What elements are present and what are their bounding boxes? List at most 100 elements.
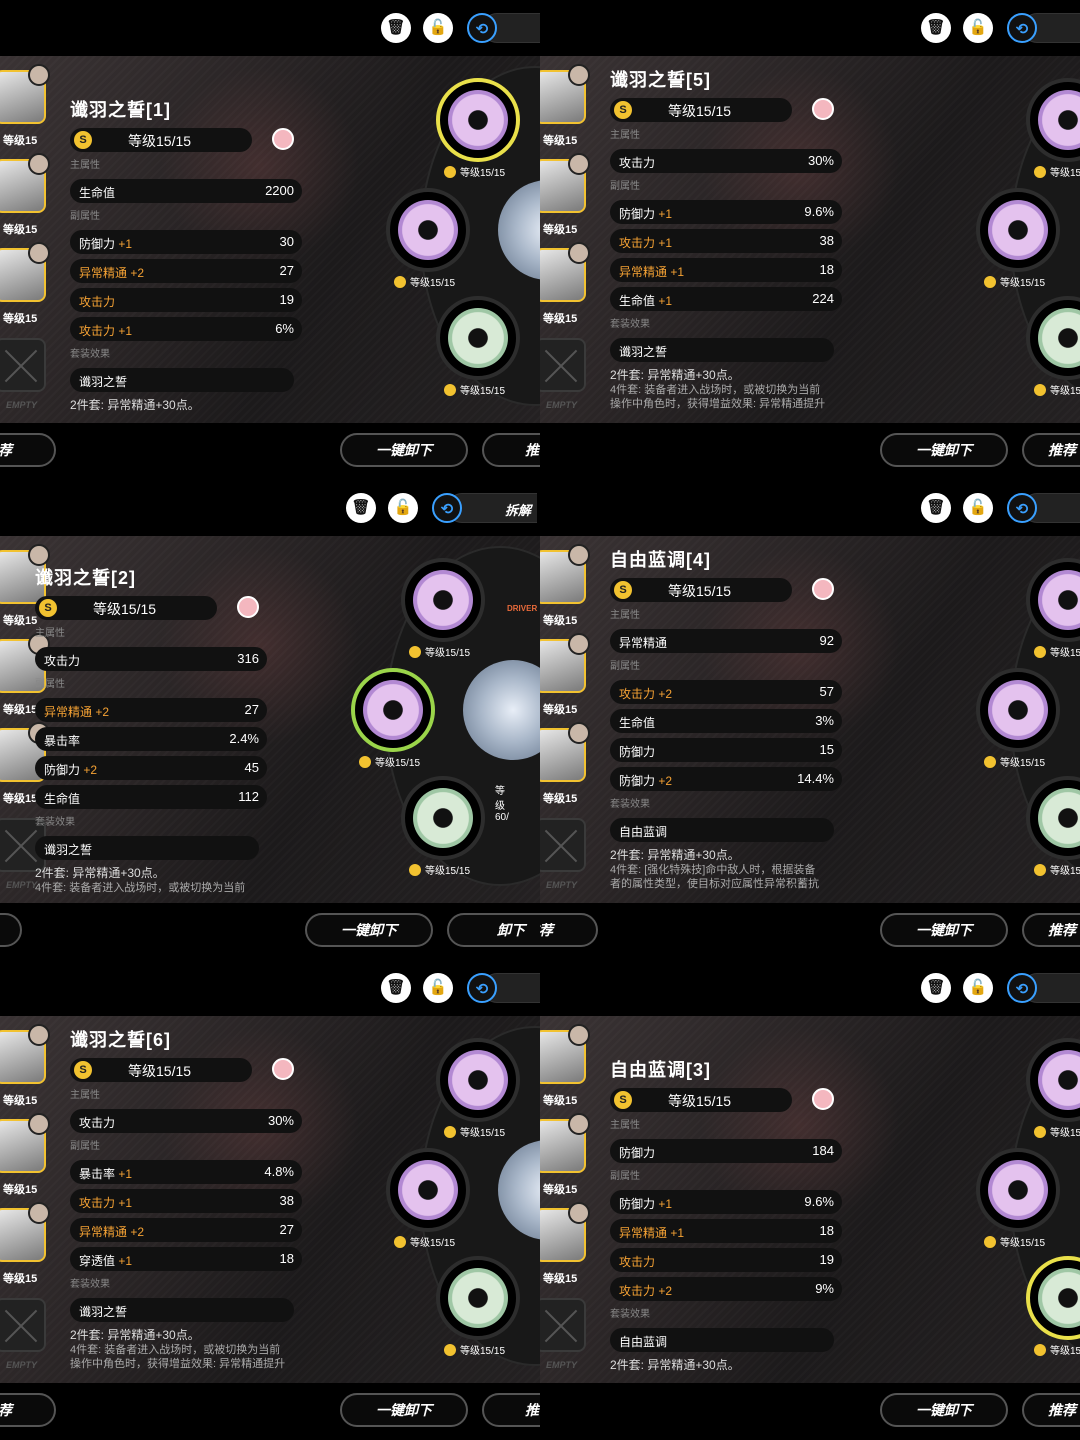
sub-attr-row: 暴击率 +1 4.8% bbox=[70, 1160, 302, 1184]
sub-attr-row: 穿透值 +1 18 bbox=[70, 1247, 302, 1271]
slot-level-label: 等级15 bbox=[543, 1273, 578, 1285]
sub-attr-value: 14.4% bbox=[797, 771, 834, 786]
drive-disc[interactable]: 等级15/15 bbox=[436, 78, 520, 179]
swap-icon[interactable]: ⟲ bbox=[432, 493, 462, 523]
trash-icon[interactable]: 🗑 bbox=[381, 973, 411, 1003]
owner-agent-icon[interactable] bbox=[272, 128, 294, 150]
owner-agent-icon[interactable] bbox=[237, 596, 259, 618]
empty-disc-slot[interactable] bbox=[0, 338, 46, 392]
unlock-icon[interactable]: 🔓 bbox=[963, 493, 993, 523]
unlock-icon[interactable]: 🔓 bbox=[388, 493, 418, 523]
set-effect-line: 者的属性类型，使目标对应属性异常积蓄抗 bbox=[610, 878, 819, 890]
sub-attr-upgrade: +2 bbox=[130, 1225, 145, 1239]
drive-disc[interactable]: 等级15/15 bbox=[436, 1256, 520, 1357]
disc-info: 谶羽之誓[1] S 等级15/15 主属性 生命值 2200 副属性 防御力 +1 30 异常精通… bbox=[70, 98, 302, 413]
drive-disc[interactable]: 等级15/15 bbox=[401, 558, 485, 659]
sub-attr-value: 30 bbox=[279, 234, 294, 249]
recommend-button[interactable]: 推荐 bbox=[1022, 433, 1080, 467]
drive-disc[interactable]: 等级15/15 bbox=[386, 188, 470, 289]
disc-face bbox=[363, 680, 423, 740]
sub-attr-row: 防御力 +1 30 bbox=[70, 230, 302, 254]
unlock-icon[interactable]: 🔓 bbox=[963, 13, 993, 43]
owner-agent-icon[interactable] bbox=[812, 578, 834, 600]
recommend-button[interactable]: 推荐 bbox=[0, 913, 22, 947]
drive-disc[interactable]: 等级15/15 bbox=[976, 668, 1060, 769]
recommend-button[interactable]: 推荐 bbox=[0, 1393, 56, 1427]
unlock-icon[interactable]: 🔓 bbox=[963, 973, 993, 1003]
sub-attr-label: 生命值 bbox=[619, 294, 656, 308]
owner-agent-icon[interactable] bbox=[812, 98, 834, 120]
recommend-button[interactable]: 推荐 bbox=[1022, 913, 1080, 947]
disc-level-row: S 等级15/15 bbox=[610, 1088, 792, 1112]
sub-attr-row: 攻击力 +2 9% bbox=[610, 1277, 842, 1301]
set-name-row: 谶羽之誓 bbox=[610, 338, 834, 362]
rank-s-icon: S bbox=[39, 599, 57, 617]
swap-icon[interactable]: ⟲ bbox=[1007, 13, 1037, 43]
sub-attr-upgrade: +1 bbox=[118, 324, 133, 338]
recommend-button[interactable]: 推荐 bbox=[1022, 1393, 1080, 1427]
drive-disc[interactable]: 等级15/15 bbox=[436, 1038, 520, 1139]
recommend-button[interactable]: 推荐 bbox=[482, 1393, 540, 1427]
drive-disc[interactable]: 等级15/15 bbox=[386, 1148, 470, 1249]
swap-icon[interactable]: ⟲ bbox=[467, 13, 497, 43]
agent-avatar bbox=[28, 1024, 50, 1046]
drive-disc[interactable]: 等级15/15 bbox=[976, 188, 1060, 289]
trash-icon[interactable]: 🗑 bbox=[921, 493, 951, 523]
disc-face bbox=[1038, 1050, 1080, 1110]
swap-icon[interactable]: ⟲ bbox=[1007, 973, 1037, 1003]
equipment-panel-3: 拆解 🗑 🔓 ⟲ 等级15 等级15 等级15 EMPTY 谶羽之誓[2] S 等级15/15 主属性… bbox=[0, 480, 540, 960]
disc-level-text: 等级15/15 bbox=[425, 648, 471, 659]
sub-attr-name: 攻击力 +1 bbox=[619, 234, 672, 251]
slot-level-label: 等级15 bbox=[3, 1184, 38, 1196]
empty-disc-slot[interactable] bbox=[540, 338, 586, 392]
sub-attr-label: 防御力 bbox=[619, 1197, 656, 1211]
empty-disc-slot[interactable] bbox=[540, 818, 586, 872]
owner-agent-icon[interactable] bbox=[812, 1088, 834, 1110]
swap-icon[interactable]: ⟲ bbox=[1007, 493, 1037, 523]
sub-attr-upgrade: +2 bbox=[130, 266, 145, 280]
agent-avatar bbox=[568, 242, 590, 264]
rank-s-icon: S bbox=[614, 581, 632, 599]
recommend-button[interactable]: 推荐 bbox=[540, 913, 598, 947]
set-effect-description: 2件套: 异常精通+30点。 bbox=[610, 1358, 842, 1373]
recommend-button[interactable]: 推荐 bbox=[0, 433, 56, 467]
main-attr-name: 生命值 bbox=[79, 186, 116, 200]
owner-agent-icon[interactable] bbox=[272, 1058, 294, 1080]
unlock-icon[interactable]: 🔓 bbox=[423, 973, 453, 1003]
set-name: 谶羽之誓 bbox=[44, 843, 93, 857]
drive-disc[interactable]: 等级15/15 bbox=[401, 776, 485, 877]
unequip-all-button[interactable]: 一键卸下 bbox=[340, 433, 468, 467]
sub-attr-upgrade: +1 bbox=[118, 1167, 133, 1181]
sub-attr-upgrade: +1 bbox=[118, 1196, 133, 1210]
sub-attr-name: 异常精通 +2 bbox=[79, 1223, 144, 1240]
empty-disc-slot[interactable] bbox=[0, 1298, 46, 1352]
trash-icon[interactable]: 🗑 bbox=[346, 493, 376, 523]
main-attr-row: 攻击力 316 bbox=[35, 647, 267, 671]
drive-disc[interactable]: 等级15/15 bbox=[436, 296, 520, 397]
trash-icon[interactable]: 🗑 bbox=[921, 973, 951, 1003]
drive-disc[interactable]: 等级15/15 bbox=[351, 668, 435, 769]
unequip-all-button[interactable]: 一键卸下 bbox=[880, 433, 1008, 467]
empty-disc-slot[interactable] bbox=[540, 1298, 586, 1352]
swap-icon[interactable]: ⟲ bbox=[467, 973, 497, 1003]
unequip-all-button[interactable]: 一键卸下 bbox=[340, 1393, 468, 1427]
agent-avatar bbox=[568, 633, 590, 655]
disc-slot-column: 等级15 等级15 等级15 EMPTY bbox=[540, 1016, 590, 1383]
sub-attr-upgrade: +2 bbox=[658, 774, 673, 788]
disc-face bbox=[398, 200, 458, 260]
main-attr-row: 防御力 184 bbox=[610, 1139, 842, 1163]
recommend-button[interactable]: 推荐 bbox=[482, 433, 540, 467]
bottom-actions: 一键卸下 推荐 bbox=[540, 423, 1080, 480]
unequip-button[interactable]: 卸下 bbox=[447, 913, 540, 947]
unequip-all-button[interactable]: 一键卸下 bbox=[880, 913, 1008, 947]
trash-icon[interactable]: 🗑 bbox=[381, 13, 411, 43]
trash-icon[interactable]: 🗑 bbox=[921, 13, 951, 43]
main-attr-heading: 主属性 bbox=[35, 628, 65, 639]
unlock-icon[interactable]: 🔓 bbox=[423, 13, 453, 43]
sub-attr-label: 生命值 bbox=[619, 716, 656, 730]
unequip-all-button[interactable]: 一键卸下 bbox=[305, 913, 433, 947]
set-effect-line: 4件套: [强化特殊技]命中敌人时，根据装备 bbox=[610, 864, 816, 876]
set-effect-line: 2件套: 异常精通+30点。 bbox=[35, 866, 165, 880]
unequip-all-button[interactable]: 一键卸下 bbox=[880, 1393, 1008, 1427]
drive-disc[interactable]: 等级15/15 bbox=[976, 1148, 1060, 1249]
